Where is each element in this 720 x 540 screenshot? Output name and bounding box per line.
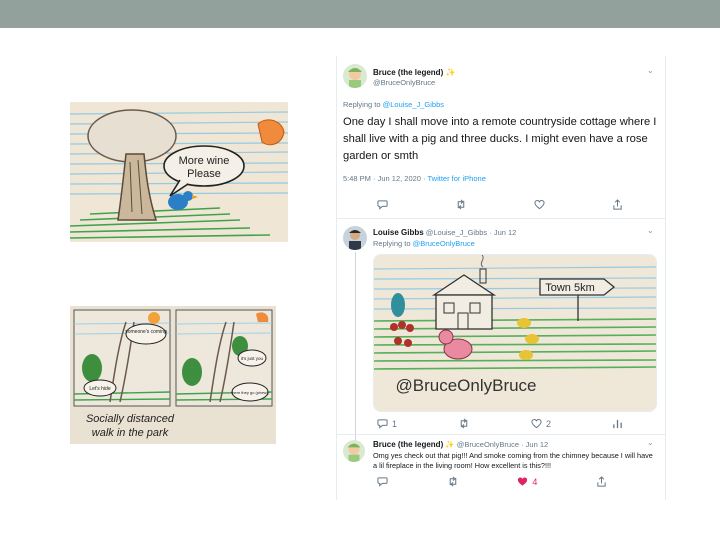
tweet3-header: Bruce (the legend) ✨ @BruceOnlyBruce · J… xyxy=(373,440,548,449)
heart-icon[interactable] xyxy=(534,199,545,210)
replying-to-link[interactable]: @Louise_J_Gibbs xyxy=(383,100,444,109)
retweet-icon[interactable] xyxy=(458,418,470,429)
chevron-down-icon[interactable]: ⌄ xyxy=(647,66,654,75)
sparkle-icon: ✨ xyxy=(445,68,456,77)
tweet2-header: Louise Gibbs @Louise_J_Gibbs · Jun 12 xyxy=(373,228,516,237)
chevron-down-icon[interactable]: ⌄ xyxy=(647,438,654,447)
tweet2-display-name[interactable]: Louise Gibbs xyxy=(373,228,424,237)
share-icon[interactable] xyxy=(612,199,623,210)
like-button[interactable]: 2 xyxy=(531,418,551,429)
tweet1-source-link[interactable]: Twitter for iPhone xyxy=(428,174,486,183)
replying-prefix: Replying to xyxy=(343,100,381,109)
share-icon[interactable] xyxy=(596,476,607,487)
twitter-thread: Bruce (the legend) ✨ @BruceOnlyBruce ⌄ R… xyxy=(336,56,666,500)
divider xyxy=(337,218,665,219)
top-banner xyxy=(0,0,720,28)
tweet1-actions xyxy=(377,199,623,210)
doodle2-bubble-d: there they go (phew!) xyxy=(231,390,269,395)
tweet1-text: One day I shall move into a remote count… xyxy=(343,116,657,162)
tweet1-timestamp: 5:48 PM · Jun 12, 2020 · Twitter for iPh… xyxy=(343,174,486,183)
doodle2-caption-line1: Socially distanced xyxy=(86,413,175,425)
doodle2-bubble-b: Let's hide xyxy=(89,386,110,392)
analytics-icon[interactable] xyxy=(612,418,623,429)
doodle2-caption-line2: walk in the park xyxy=(92,427,169,439)
avatar[interactable] xyxy=(343,440,365,462)
divider xyxy=(337,434,665,435)
image-sign-text: Town 5km xyxy=(545,282,595,294)
retweet-icon[interactable] xyxy=(455,199,467,210)
tweet2-replying: Replying to @BruceOnlyBruce xyxy=(373,239,475,248)
sparkle-icon: ✨ xyxy=(445,440,455,449)
image-credit-text: @BruceOnlyBruce xyxy=(395,376,536,395)
tweet3-handle-date[interactable]: @BruceOnlyBruce · Jun 12 xyxy=(457,440,548,449)
tweet2-handle-date[interactable]: @Louise_J_Gibbs · Jun 12 xyxy=(426,228,517,237)
retweet-icon[interactable] xyxy=(447,476,459,487)
reply-icon[interactable] xyxy=(377,199,388,210)
heart-icon xyxy=(518,477,528,486)
replying-prefix: Replying to xyxy=(373,239,411,248)
tweet2-image[interactable]: Town 5km @BruceOnlyBruce xyxy=(373,254,657,412)
chevron-down-icon[interactable]: ⌄ xyxy=(647,226,654,235)
like-count: 4 xyxy=(532,476,538,487)
replying-to-link[interactable]: @BruceOnlyBruce xyxy=(413,239,475,248)
tweet2-actions: 1 2 xyxy=(377,418,623,429)
tweet1-display-name[interactable]: Bruce (the legend) xyxy=(373,68,443,77)
tweet3-display-name[interactable]: Bruce (the legend) xyxy=(373,440,443,449)
avatar[interactable] xyxy=(343,64,367,88)
tweet1-time: 5:48 PM · Jun 12, 2020 · xyxy=(343,174,428,183)
avatar[interactable] xyxy=(343,226,367,250)
tweet1-author[interactable]: Bruce (the legend) ✨ xyxy=(373,68,455,77)
doodle-tree-bird-image: More wine Please xyxy=(70,102,288,242)
doodle1-bubble-line1: More wine xyxy=(179,155,230,167)
like-button[interactable]: 4 xyxy=(517,476,537,487)
reply-icon[interactable] xyxy=(377,476,388,487)
doodle2-bubble-c: it's just you xyxy=(241,356,264,361)
reply-icon xyxy=(377,419,388,429)
doodle-park-walk-image: someone's coming Let's hide it's just yo… xyxy=(70,306,276,444)
reply-button[interactable]: 1 xyxy=(377,418,397,429)
doodle2-bubble-a: someone's coming xyxy=(125,329,167,335)
tweet1-handle[interactable]: @BruceOnlyBruce xyxy=(373,78,435,87)
heart-icon xyxy=(531,418,542,429)
tweet3-text: Omg yes check out that pig!!! And smoke … xyxy=(373,451,653,470)
like-count: 2 xyxy=(545,418,551,429)
reply-count: 1 xyxy=(392,418,398,429)
tweet3-actions: 4 xyxy=(377,476,607,487)
thread-line xyxy=(355,252,356,442)
tweet1-replying: Replying to @Louise_J_Gibbs xyxy=(343,100,444,109)
doodle1-bubble-line2: Please xyxy=(187,168,221,180)
